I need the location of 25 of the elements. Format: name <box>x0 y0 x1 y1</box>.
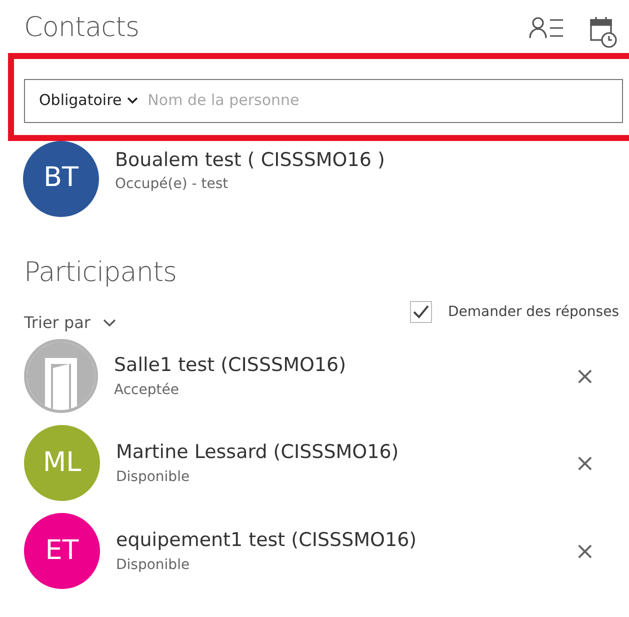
attendee-input-field[interactable]: Obligatoire Nom de la personne <box>24 78 623 122</box>
role-dropdown[interactable]: Obligatoire <box>39 89 138 112</box>
participant-name: Salle1 test (CISSSMO16) <box>114 353 348 378</box>
contact-avatar: ML <box>24 425 100 501</box>
participant-status: Acceptée <box>114 380 180 400</box>
remove-button[interactable]: × <box>568 451 601 475</box>
checkbox-label: Demander des réponses <box>448 302 619 322</box>
participant-status: Disponible <box>116 468 191 487</box>
contact-name: Boualem test ( CISSSMO16 ) <box>115 148 385 173</box>
page-title: Contacts <box>24 11 140 45</box>
remove-button[interactable]: × <box>568 364 601 388</box>
participant-name: equipement1 test (CISSSMO16) <box>116 528 418 554</box>
chevron-down-icon <box>126 97 138 104</box>
checkbox[interactable] <box>410 301 432 323</box>
sort-dropdown[interactable]: Trier par <box>24 311 116 335</box>
remove-button[interactable]: × <box>568 539 601 563</box>
chevron-down-icon <box>102 319 116 327</box>
calendar-clock-icon[interactable] <box>589 16 619 48</box>
participant-status: Disponible <box>116 556 191 575</box>
contact-avatar: ET <box>24 513 100 589</box>
participant-name: Martine Lessard (CISSSMO16) <box>116 440 400 466</box>
contact-avatar: BT <box>23 140 99 216</box>
contact-list-icon[interactable] <box>529 16 565 40</box>
contact-status: Occupé(e) - test <box>115 175 230 194</box>
section-title: Participants <box>24 256 178 290</box>
